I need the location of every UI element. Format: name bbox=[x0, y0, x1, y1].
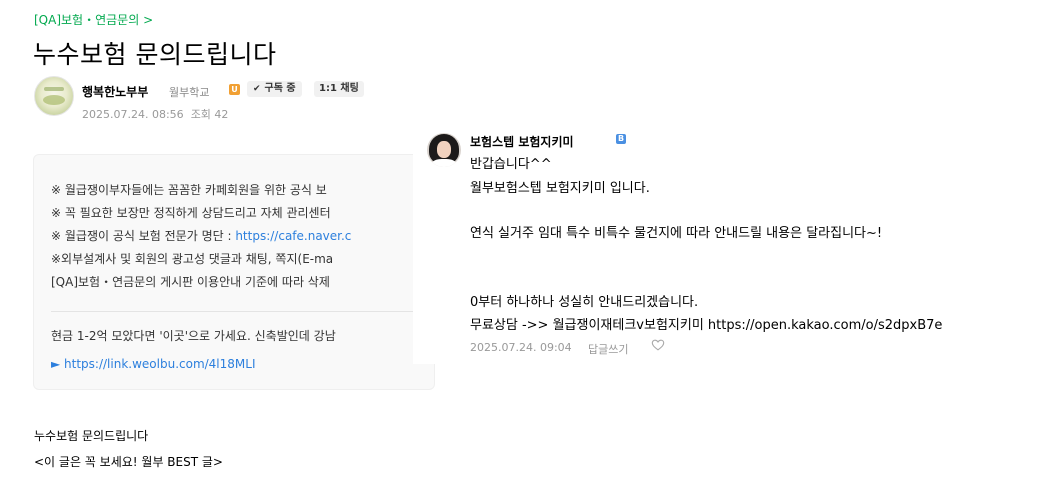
notice-line: ※ 월급쟁이 공식 보험 전문가 명단 : https://cafe.naver… bbox=[51, 227, 351, 244]
notice-divider bbox=[51, 311, 434, 312]
avatar-image-detail bbox=[43, 95, 65, 105]
promo-text: 현금 1-2억 모았다면 '이곳'으로 가세요. 신축발인데 강남 bbox=[51, 329, 336, 343]
avatar-image-detail bbox=[432, 159, 456, 167]
subscribe-button[interactable]: ✔ 구독 중 bbox=[247, 81, 302, 97]
comment-line: 0부터 하나하나 성실히 안내드리겠습니다. bbox=[470, 295, 699, 310]
notice-line: ※외부설계사 및 회원의 광고성 댓글과 채팅, 쪽지(E-ma bbox=[51, 252, 334, 266]
notice-line-text: ※ 월급쟁이 공식 보험 전문가 명단 : bbox=[51, 229, 236, 243]
author-name[interactable]: 행복한노부부 bbox=[82, 83, 148, 100]
author-level: 월부학교 bbox=[169, 86, 210, 99]
subscribe-label: 구독 중 bbox=[264, 83, 296, 94]
commenter-badge-icon: B bbox=[616, 134, 626, 144]
comment-line: 반갑습니다^^ bbox=[470, 157, 552, 172]
avatar-image-detail bbox=[44, 87, 64, 91]
post-views: 조회 42 bbox=[190, 108, 229, 121]
notice-line: [QA]보험・연금문의 게시판 이용안내 기준에 따라 삭제 bbox=[51, 275, 330, 289]
post-title: 누수보험 문의드립니다 bbox=[33, 40, 277, 69]
heart-icon[interactable] bbox=[651, 338, 665, 352]
notice-line: ※ 꼭 필요한 보장만 정직하게 상담드리고 자체 관리센터 bbox=[51, 206, 331, 220]
notice-box: ※ 월급쟁이부자들에는 꼼꼼한 카페회원을 위한 공식 보 ※ 꼭 필요한 보장… bbox=[33, 154, 435, 390]
commenter-avatar[interactable] bbox=[427, 133, 461, 167]
reply-button[interactable]: 답글쓰기 bbox=[588, 341, 628, 357]
comment-date: 2025.07.24. 09:04 bbox=[470, 341, 572, 354]
post-meta: 2025.07.24. 08:56 조회 42 bbox=[82, 106, 228, 122]
one-on-one-chat-button[interactable]: 1:1 채팅 bbox=[314, 81, 364, 97]
post-body-line: 누수보험 문의드립니다 bbox=[34, 429, 149, 443]
comment-popup: 보험스텝 보험지키미 B 반갑습니다^^ 월부보험스텝 보험지키미 입니다. 연… bbox=[413, 124, 1037, 364]
notice-line: ※ 월급쟁이부자들에는 꼼꼼한 카페회원을 위한 공식 보 bbox=[51, 183, 327, 197]
level-badge-icon: U bbox=[229, 84, 240, 95]
commenter-name[interactable]: 보험스텝 보험지키미 bbox=[470, 133, 574, 150]
expert-list-link[interactable]: https://cafe.naver.c bbox=[235, 229, 351, 243]
comment-line: 연식 실거주 임대 특수 비특수 물건지에 따라 안내드릴 내용은 달라집니다~… bbox=[470, 226, 883, 241]
post-date: 2025.07.24. 08:56 bbox=[82, 108, 184, 121]
promo-link[interactable]: ► https://link.weolbu.com/4l18MLI bbox=[51, 357, 256, 371]
board-breadcrumb-link[interactable]: [QA]보험・연금문의 > bbox=[34, 11, 153, 28]
author-avatar[interactable] bbox=[34, 76, 74, 116]
avatar-image-detail bbox=[437, 141, 451, 158]
comment-line: 무료상담 ->> 월급쟁이재테크v보험지키미 https://open.kaka… bbox=[470, 318, 943, 333]
check-icon: ✔ bbox=[253, 84, 261, 94]
comment-line: 월부보험스텝 보험지키미 입니다. bbox=[470, 181, 650, 196]
post-body-line: <이 글은 꼭 보세요! 월부 BEST 글> bbox=[34, 455, 223, 469]
